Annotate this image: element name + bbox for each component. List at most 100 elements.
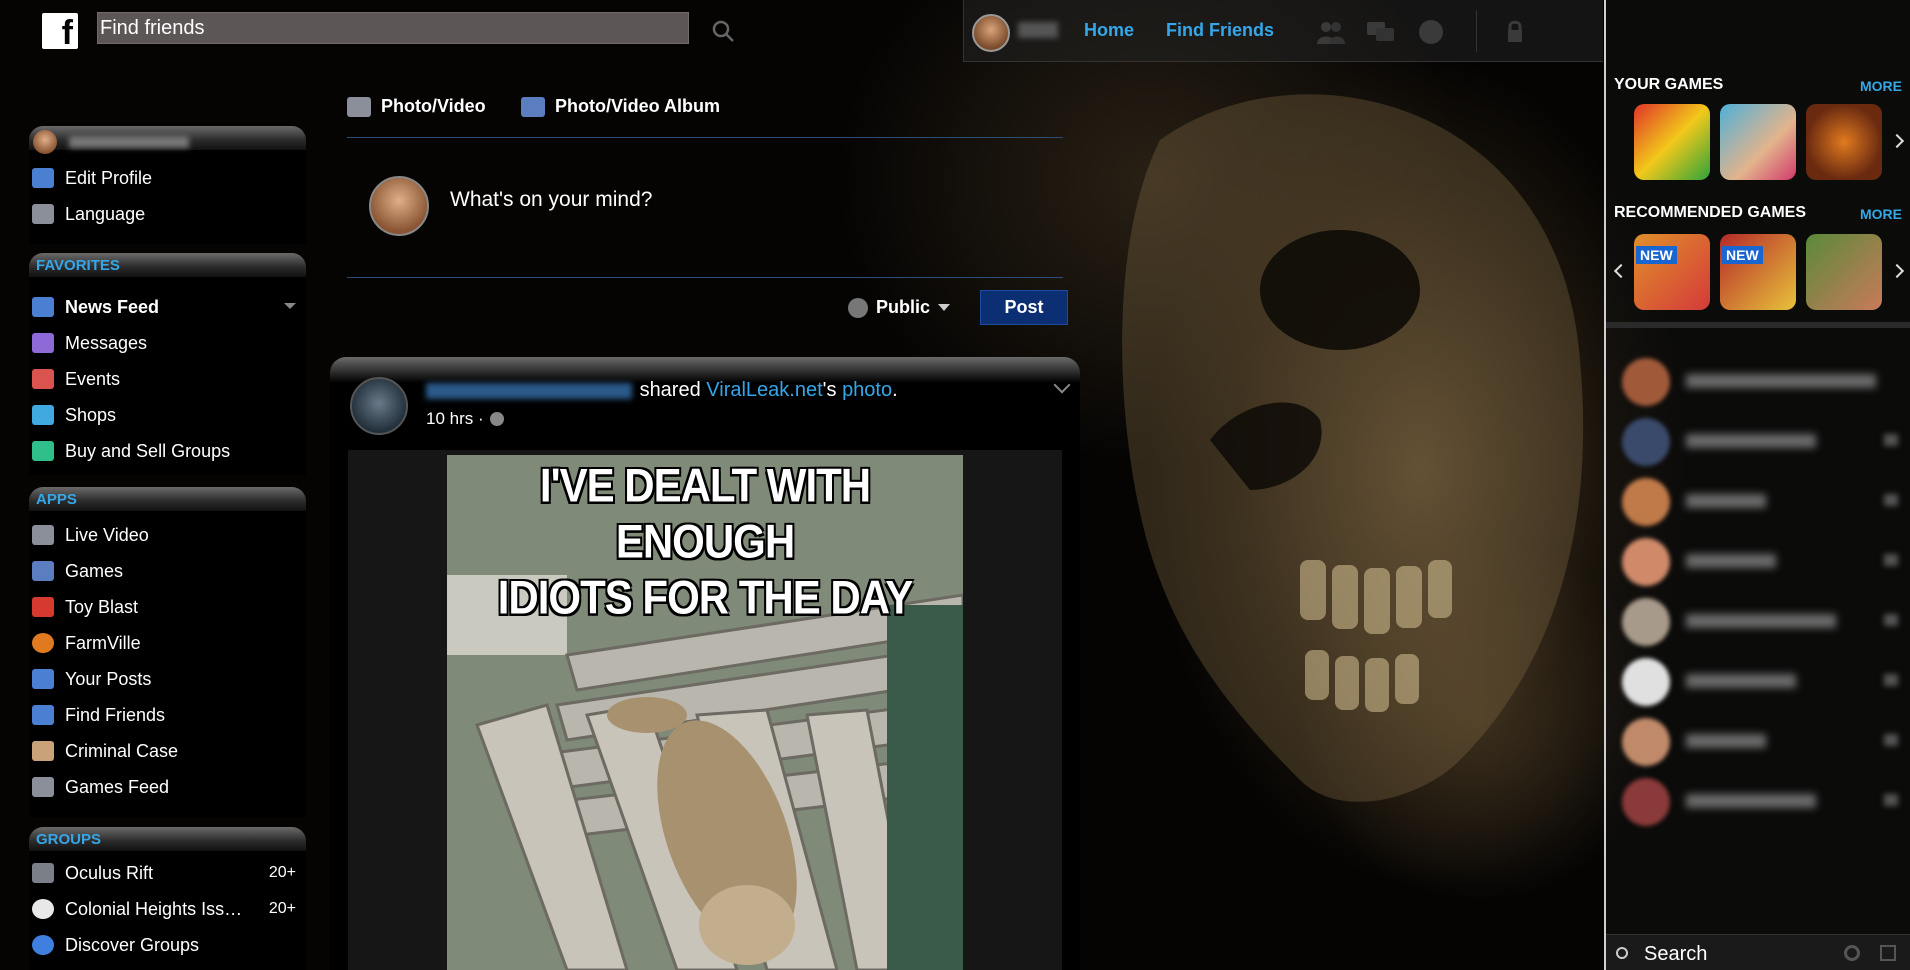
chevron-left-icon[interactable] (1613, 263, 1629, 279)
find-friends-search[interactable] (97, 12, 689, 44)
friends-icon (32, 705, 54, 725)
sidebar-item-shops[interactable]: Shops (29, 397, 306, 433)
chevron-right-icon[interactable] (1889, 133, 1905, 149)
find-friends-link[interactable]: Find Friends (1166, 20, 1274, 41)
sidebar-item-news-feed[interactable]: News Feed (29, 289, 306, 325)
sidebar-item-games[interactable]: Games (29, 553, 306, 589)
game-tile-recommended-slots[interactable]: NEW (1720, 234, 1796, 310)
post-author-name-blurred[interactable] (426, 382, 632, 399)
contact-status (1884, 554, 1898, 566)
messages-icon[interactable] (1366, 18, 1396, 46)
search-input[interactable] (98, 13, 688, 43)
notifications-globe-icon[interactable] (1416, 18, 1446, 46)
sidebar-item-oculus-rift[interactable]: Oculus Rift 20+ (29, 855, 306, 891)
contact-item[interactable] (1616, 474, 1906, 530)
chat-search-input[interactable] (1644, 941, 1824, 967)
calendar-icon (32, 369, 54, 389)
contact-status (1884, 614, 1898, 626)
sidebar-item-buy-and-sell-groups[interactable]: Buy and Sell Groups (29, 433, 306, 469)
privacy-selector[interactable]: Public (848, 297, 951, 318)
sidebar-item-label: Games Feed (65, 776, 170, 797)
game-tile-criminal-case[interactable] (1720, 104, 1796, 180)
language-item[interactable]: Language (29, 196, 306, 232)
new-badge: NEW (1722, 246, 1763, 264)
sidebar-item-messages[interactable]: Messages (29, 325, 306, 361)
composer-body[interactable]: What's on your mind? (347, 138, 1063, 278)
recommended-more-link[interactable]: MORE (1860, 206, 1902, 222)
sidebar-item-label: Discover Groups (65, 934, 200, 955)
game-tile-toy-blast[interactable] (1634, 104, 1710, 180)
contact-item[interactable] (1616, 774, 1906, 830)
friend-requests-icon[interactable] (1316, 18, 1346, 46)
sidebar-item-label: Criminal Case (65, 740, 179, 761)
sidebar-item-live-video[interactable]: Live Video (29, 517, 306, 553)
tab-photo-video-label: Photo/Video (381, 96, 486, 116)
group-count-badge: 20+ (268, 900, 296, 917)
chevron-down-icon[interactable] (284, 303, 296, 309)
tab-photo-video[interactable]: Photo/Video (347, 96, 486, 117)
contact-item[interactable] (1616, 414, 1906, 470)
contact-name-blurred (1686, 554, 1776, 568)
contact-item[interactable] (1616, 534, 1906, 590)
pencil-icon (32, 168, 54, 188)
post-author-avatar[interactable] (350, 377, 408, 435)
your-games-more-link[interactable]: MORE (1860, 78, 1902, 94)
post-timestamp[interactable]: 10 hrs · (426, 409, 484, 429)
home-link[interactable]: Home (1084, 20, 1134, 41)
groups-panel: GROUPS Oculus Rift 20+ Colonial Heights … (29, 827, 306, 970)
post-photo[interactable]: I'VE DEALT WITH ENOUGH IDIOTS FOR THE DA… (447, 455, 963, 970)
source-page-link[interactable]: ViralLeak.net (706, 379, 822, 401)
tab-photo-video-album[interactable]: Photo/Video Album (521, 96, 720, 117)
apps-panel: APPS Live Video Games Toy Blast FarmVill… (29, 487, 306, 817)
game-tile-recommended-1[interactable]: NEW (1634, 234, 1710, 310)
profile-panel-header[interactable] (29, 126, 306, 154)
live-video-icon (32, 525, 54, 545)
chevron-right-icon[interactable] (1889, 263, 1905, 279)
your-games-title: YOUR GAMES (1614, 76, 1724, 93)
user-name-blurred[interactable] (1018, 22, 1058, 38)
sidebar-item-toy-blast[interactable]: Toy Blast (29, 589, 306, 625)
camera-icon (347, 96, 371, 117)
profile-avatar[interactable] (33, 130, 57, 154)
contact-avatar (1622, 658, 1670, 706)
search-icon[interactable] (710, 18, 736, 44)
contact-avatar (1622, 358, 1670, 406)
news-feed-icon (32, 297, 54, 317)
contact-name-blurred (1686, 494, 1766, 508)
sidebar-item-events[interactable]: Events (29, 361, 306, 397)
price-tag-icon (32, 441, 54, 461)
sidebar-item-games-feed[interactable]: Games Feed (29, 769, 306, 805)
photo-caption-line-2: IDIOTS FOR THE DAY (497, 571, 914, 624)
status-prompt[interactable]: What's on your mind? (450, 188, 652, 212)
contact-item[interactable] (1616, 714, 1906, 770)
compose-icon[interactable] (1880, 945, 1896, 961)
contact-item[interactable] (1616, 654, 1906, 710)
privacy-lock-icon[interactable] (1502, 18, 1532, 46)
user-avatar[interactable] (972, 14, 1010, 52)
photo-link[interactable]: photo (842, 379, 892, 401)
search-icon (1616, 947, 1628, 959)
contact-item[interactable] (1616, 354, 1906, 410)
sidebar-item-farmville[interactable]: FarmVille (29, 625, 306, 661)
sidebar-item-find-friends[interactable]: Find Friends (29, 697, 306, 733)
sidebar-item-criminal-case[interactable]: Criminal Case (29, 733, 306, 769)
contact-status (1884, 794, 1898, 806)
contact-status (1884, 674, 1898, 686)
sidebar-item-colonial-heights[interactable]: Colonial Heights Iss… 20+ (29, 891, 306, 927)
recommended-games-title: RECOMMENDED GAMES (1614, 204, 1807, 221)
gear-icon[interactable] (1844, 945, 1860, 961)
facebook-logo[interactable]: f (42, 13, 78, 52)
composer-avatar (369, 176, 429, 236)
profile-name-blurred[interactable] (69, 136, 189, 148)
edit-profile-item[interactable]: Edit Profile (29, 160, 306, 196)
sidebar-item-discover-groups[interactable]: Discover Groups (29, 927, 306, 963)
photo-caption-line-1: I'VE DEALT WITH ENOUGH (539, 459, 871, 568)
contact-item[interactable] (1616, 594, 1906, 650)
post-button[interactable]: Post (980, 290, 1068, 325)
game-tile-recommended-3[interactable] (1806, 234, 1882, 310)
messages-icon (32, 333, 54, 353)
globe-icon (848, 297, 868, 318)
sidebar-item-your-posts[interactable]: Your Posts (29, 661, 306, 697)
sidebar-item-label: Colonial Heights Iss… (65, 898, 243, 919)
game-tile-skull-game[interactable] (1806, 104, 1882, 180)
